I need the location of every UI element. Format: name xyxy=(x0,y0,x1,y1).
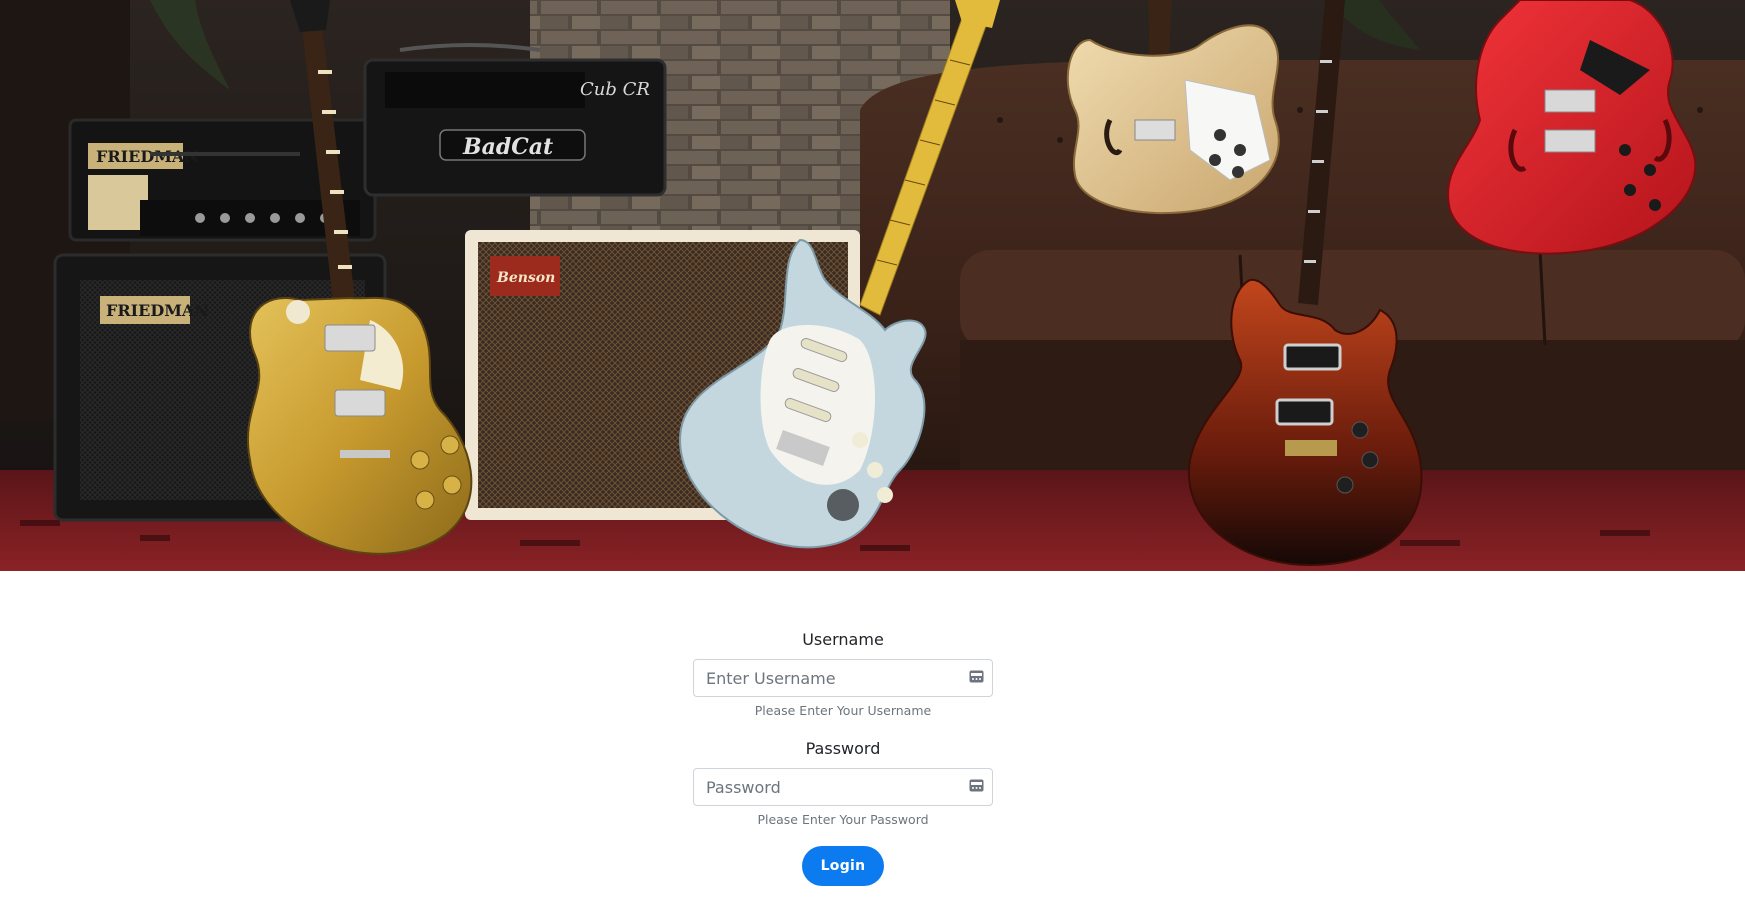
svg-text:FRIEDMAN: FRIEDMAN xyxy=(96,147,199,166)
password-help-text: Please Enter Your Password xyxy=(757,812,929,827)
svg-text:BadCat: BadCat xyxy=(462,134,553,160)
guitars-photo: FRIEDMAN FRIEDMAN Cub CR BadCat Benson xyxy=(0,0,1745,571)
svg-text:Benson: Benson xyxy=(496,270,555,286)
login-button[interactable]: Login xyxy=(802,846,884,886)
username-group: Username Please Enter Your Username xyxy=(693,628,993,719)
username-help-text: Please Enter Your Username xyxy=(754,703,932,718)
password-manager-key-icon[interactable] xyxy=(969,670,984,683)
password-group: Password Please Enter Your Password xyxy=(693,737,993,828)
svg-text:Cub CR: Cub CR xyxy=(580,79,650,100)
password-manager-key-icon[interactable] xyxy=(969,779,984,792)
password-input[interactable] xyxy=(694,769,992,805)
login-form: Username Please Enter Your Username Pass… xyxy=(0,571,1685,921)
username-input[interactable] xyxy=(694,660,992,696)
username-field-wrapper xyxy=(693,659,993,697)
password-label: Password xyxy=(805,739,881,758)
password-field-wrapper xyxy=(693,768,993,806)
svg-text:FRIEDMAN: FRIEDMAN xyxy=(106,301,209,320)
username-label: Username xyxy=(802,630,884,649)
hero-banner: FRIEDMAN FRIEDMAN Cub CR BadCat Benson xyxy=(0,0,1745,571)
